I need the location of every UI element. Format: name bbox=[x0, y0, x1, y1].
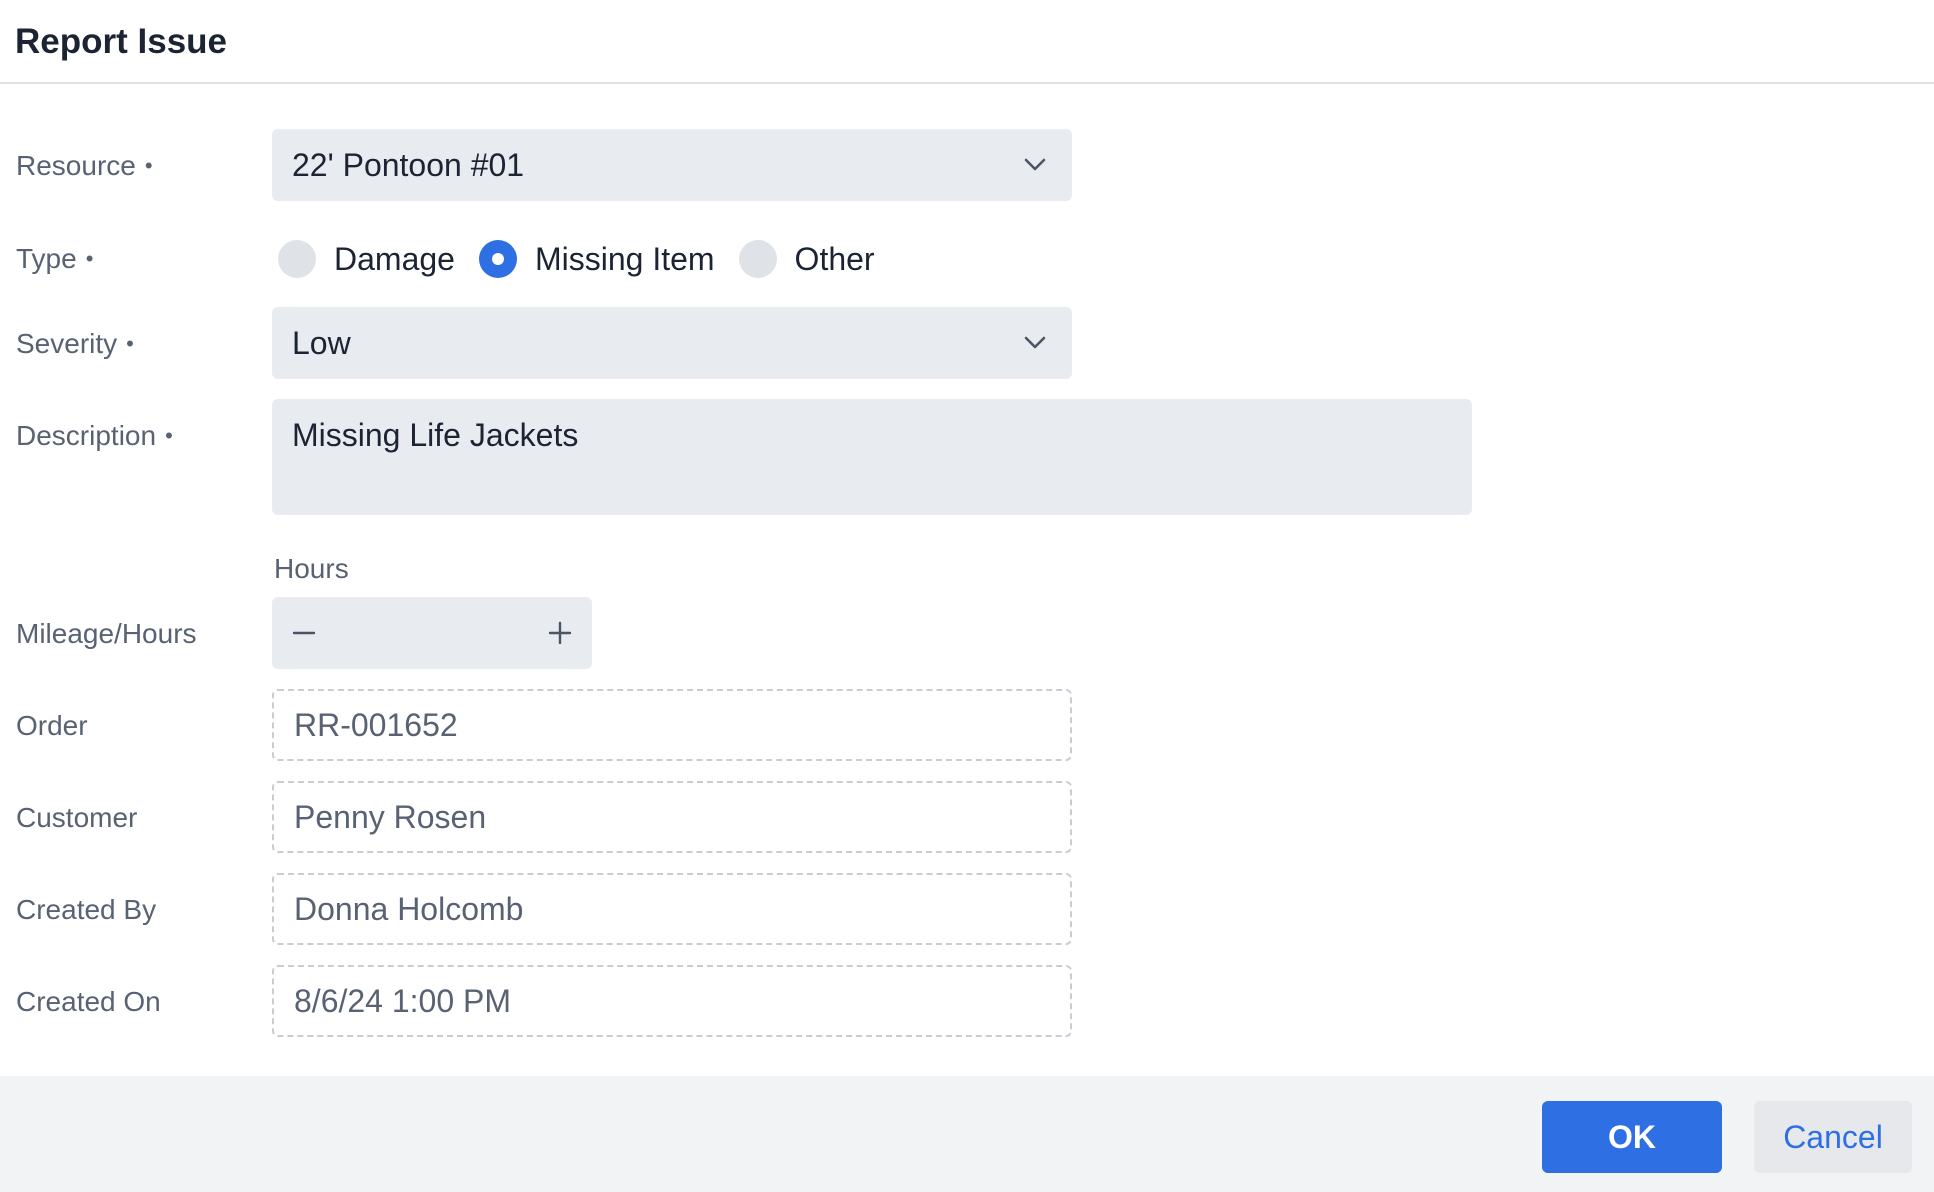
ok-button[interactable]: OK bbox=[1542, 1101, 1722, 1173]
stepper-decrement-button[interactable] bbox=[286, 615, 322, 651]
mileage-stepper[interactable] bbox=[272, 597, 592, 669]
type-option-other[interactable]: Other bbox=[738, 240, 875, 278]
dialog-title: Report Issue bbox=[15, 22, 227, 61]
severity-label-text: Severity bbox=[16, 328, 118, 359]
created-on-label: Created On bbox=[16, 986, 161, 1017]
description-label-text: Description bbox=[16, 420, 157, 451]
radio-unchecked-icon[interactable] bbox=[738, 240, 777, 278]
severity-label: Severity • bbox=[16, 328, 134, 360]
resource-label: Resource • bbox=[16, 150, 153, 182]
minus-icon bbox=[292, 631, 316, 635]
order-label: Order bbox=[16, 710, 88, 741]
radio-unchecked-icon[interactable] bbox=[278, 240, 316, 278]
required-mark: • bbox=[144, 153, 153, 178]
description-textarea[interactable]: Missing Life Jackets bbox=[272, 399, 1472, 515]
order-field: RR-001652 bbox=[272, 689, 1072, 761]
type-option-damage[interactable]: Damage bbox=[278, 240, 455, 278]
stepper-increment-button[interactable] bbox=[542, 615, 578, 651]
report-issue-dialog: Report Issue Resource • 22' Pontoon #01 T… bbox=[0, 0, 1934, 1192]
radio-checked-icon[interactable] bbox=[478, 240, 517, 278]
type-label: Type • bbox=[16, 243, 93, 275]
type-option-label: Damage bbox=[334, 240, 455, 277]
cancel-button[interactable]: Cancel bbox=[1754, 1101, 1912, 1173]
created-on-field: 8/6/24 1:00 PM bbox=[272, 965, 1072, 1037]
description-label: Description • bbox=[16, 420, 173, 452]
type-option-missing-item[interactable]: Missing Item bbox=[478, 240, 715, 278]
chevron-down-icon bbox=[1024, 336, 1046, 349]
plus-icon bbox=[548, 621, 572, 645]
customer-field: Penny Rosen bbox=[272, 781, 1072, 853]
required-mark: • bbox=[85, 246, 94, 271]
required-mark: • bbox=[165, 423, 173, 448]
chevron-down-icon bbox=[1024, 158, 1046, 171]
resource-select[interactable]: 22' Pontoon #01 bbox=[272, 129, 1072, 201]
required-mark: • bbox=[126, 331, 134, 356]
type-option-label: Other bbox=[794, 240, 875, 277]
type-radio-group: Damage Missing Item Other bbox=[278, 237, 899, 281]
type-label-text: Type bbox=[16, 243, 77, 274]
created-by-field: Donna Holcomb bbox=[272, 873, 1072, 945]
resource-label-text: Resource bbox=[16, 150, 136, 181]
severity-select-value: Low bbox=[292, 324, 351, 361]
created-by-label: Created By bbox=[16, 894, 157, 925]
dialog-header: Report Issue bbox=[0, 0, 1934, 84]
severity-select[interactable]: Low bbox=[272, 307, 1072, 379]
dialog-footer: OK Cancel bbox=[0, 1076, 1934, 1192]
customer-label: Customer bbox=[16, 802, 138, 833]
hours-caption: Hours bbox=[274, 553, 349, 584]
type-option-label: Missing Item bbox=[534, 240, 715, 277]
resource-select-value: 22' Pontoon #01 bbox=[292, 146, 525, 183]
mileage-label: Mileage/Hours bbox=[16, 618, 197, 649]
